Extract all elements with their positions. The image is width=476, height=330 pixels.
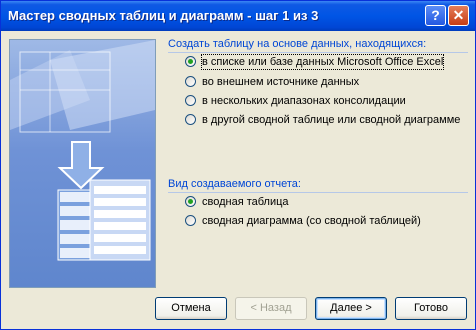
radio-button[interactable] xyxy=(185,76,196,87)
radio-label: сводная диаграмма (со сводной таблицей) xyxy=(202,215,421,227)
back-button[interactable]: < Назад xyxy=(235,297,307,320)
wizard-window: Мастер сводных таблиц и диаграмм - шаг 1… xyxy=(0,0,476,330)
radio-button-selected[interactable] xyxy=(185,196,196,207)
radio-button[interactable] xyxy=(185,114,196,125)
radio-label: сводная таблица xyxy=(202,196,289,208)
radio-button[interactable] xyxy=(185,215,196,226)
title-bar[interactable]: Мастер сводных таблиц и диаграмм - шаг 1… xyxy=(1,1,475,31)
finish-button[interactable]: Готово xyxy=(395,297,467,320)
radio-button[interactable] xyxy=(185,95,196,106)
window-title: Мастер сводных таблиц и диаграмм - шаг 1… xyxy=(8,8,319,23)
wizard-illustration xyxy=(9,39,156,288)
radio-label: в другой сводной таблице или сводной диа… xyxy=(202,114,461,126)
radio-label: в списке или базе данных Microsoft Offic… xyxy=(200,54,445,70)
close-icon[interactable]: ✕ xyxy=(448,5,469,26)
report-type-label: Вид создаваемого отчета: xyxy=(168,178,301,190)
report-type-separator xyxy=(168,192,468,193)
radio-button-selected[interactable] xyxy=(185,56,196,67)
data-source-separator xyxy=(168,52,468,53)
help-icon[interactable]: ? xyxy=(425,5,446,26)
data-source-label: Создать таблицу на основе данных, находя… xyxy=(168,38,427,50)
radio-label: во внешнем источнике данных xyxy=(202,76,360,88)
pivot-table-illustration-icon xyxy=(10,40,155,261)
next-button[interactable]: Далее > xyxy=(315,297,387,320)
radio-label: в нескольких диапазонах консолидации xyxy=(202,95,406,107)
cancel-button[interactable]: Отмена xyxy=(155,297,227,320)
